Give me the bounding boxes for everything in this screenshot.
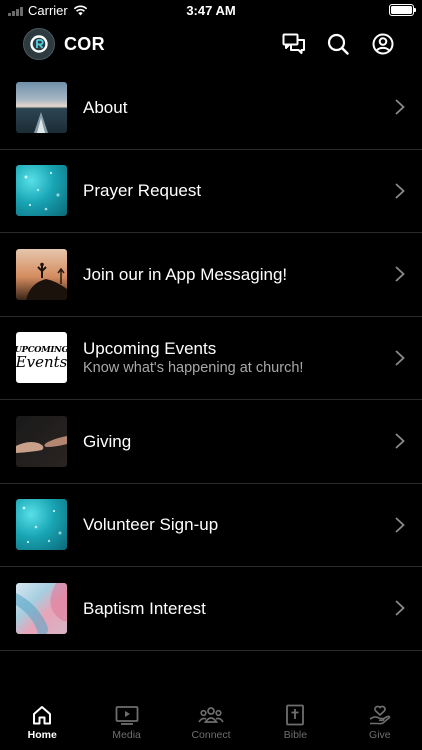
tab-bar: Home Media Connect Bible Give — [0, 698, 422, 750]
menu-item-title: Upcoming Events — [83, 338, 217, 358]
menu-item-title: Prayer Request — [83, 181, 202, 201]
tab-give[interactable]: Give — [338, 698, 422, 750]
bible-icon — [286, 704, 305, 726]
app-logo[interactable] — [23, 28, 55, 60]
tab-label: Connect — [191, 729, 231, 741]
tab-bible[interactable]: Bible — [253, 698, 337, 750]
logo-mark-icon — [30, 35, 48, 53]
menu-item-volunteer-sign-up[interactable]: Volunteer Sign-up — [0, 484, 422, 567]
chevron-right-icon — [395, 433, 405, 449]
search-button[interactable] — [325, 31, 351, 57]
menu-item-app-messaging[interactable]: Join our in App Messaging! — [0, 233, 422, 317]
chevron-right-icon — [395, 517, 405, 533]
menu-item-subtitle: Know what's happening at church! — [83, 359, 304, 376]
give-heart-icon — [369, 705, 391, 725]
menu-item-text: Baptism Interest — [83, 598, 372, 619]
menu-item-about[interactable]: About — [0, 66, 422, 150]
status-time: 3:47 AM — [186, 3, 236, 18]
menu-item-text: Prayer Request — [83, 180, 372, 201]
giving-thumbnail — [16, 415, 67, 467]
menu-list: About Prayer Request Join our in App Mes… — [0, 66, 422, 651]
menu-item-giving[interactable]: Giving — [0, 400, 422, 484]
menu-item-title: Baptism Interest — [83, 598, 206, 618]
menu-item-text: About — [83, 97, 372, 118]
tab-label: Give — [369, 729, 391, 741]
app-header: COR — [0, 22, 422, 66]
tab-home[interactable]: Home — [0, 698, 84, 750]
upcoming-events-thumbnail: UPCOMING Events — [16, 332, 67, 384]
menu-item-title: About — [83, 97, 128, 117]
chevron-right-icon — [395, 350, 405, 366]
menu-item-text: Join our in App Messaging! — [83, 264, 372, 285]
chat-bubbles-icon — [282, 33, 305, 54]
people-icon — [198, 707, 224, 723]
tab-label: Media — [112, 729, 141, 741]
menu-item-upcoming-events[interactable]: UPCOMING Events Upcoming Events Know wha… — [0, 317, 422, 400]
chevron-right-icon — [395, 183, 405, 199]
baptism-thumbnail — [16, 582, 67, 634]
user-circle-icon — [372, 33, 394, 55]
home-icon — [33, 706, 52, 725]
tab-media[interactable]: Media — [84, 698, 168, 750]
search-icon — [327, 33, 349, 55]
menu-item-text: Giving — [83, 431, 372, 452]
menu-item-baptism-interest[interactable]: Baptism Interest — [0, 567, 422, 651]
menu-item-title: Giving — [83, 431, 132, 451]
thumbnail-text-events: Events — [16, 353, 67, 372]
prayer-request-thumbnail — [16, 165, 67, 217]
menu-item-text: Upcoming Events Know what's happening at… — [83, 338, 372, 378]
about-thumbnail — [16, 81, 67, 133]
status-bar: Carrier 3:47 AM — [0, 0, 422, 22]
tab-connect[interactable]: Connect — [169, 698, 253, 750]
tab-label: Home — [27, 729, 57, 741]
play-icon — [115, 706, 139, 725]
menu-item-text: Volunteer Sign-up — [83, 514, 372, 535]
battery-icon — [389, 4, 416, 16]
app-messaging-thumbnail — [16, 248, 67, 300]
messages-button[interactable] — [281, 31, 307, 57]
volunteer-thumbnail — [16, 499, 67, 551]
menu-item-title: Join our in App Messaging! — [83, 264, 288, 284]
chevron-right-icon — [395, 600, 405, 616]
menu-item-title: Volunteer Sign-up — [83, 515, 219, 535]
chevron-right-icon — [395, 266, 405, 282]
app-title: COR — [64, 34, 105, 54]
tab-label: Bible — [283, 729, 308, 741]
menu-item-prayer-request[interactable]: Prayer Request — [0, 150, 422, 233]
chevron-right-icon — [395, 99, 405, 115]
profile-button[interactable] — [370, 31, 396, 57]
